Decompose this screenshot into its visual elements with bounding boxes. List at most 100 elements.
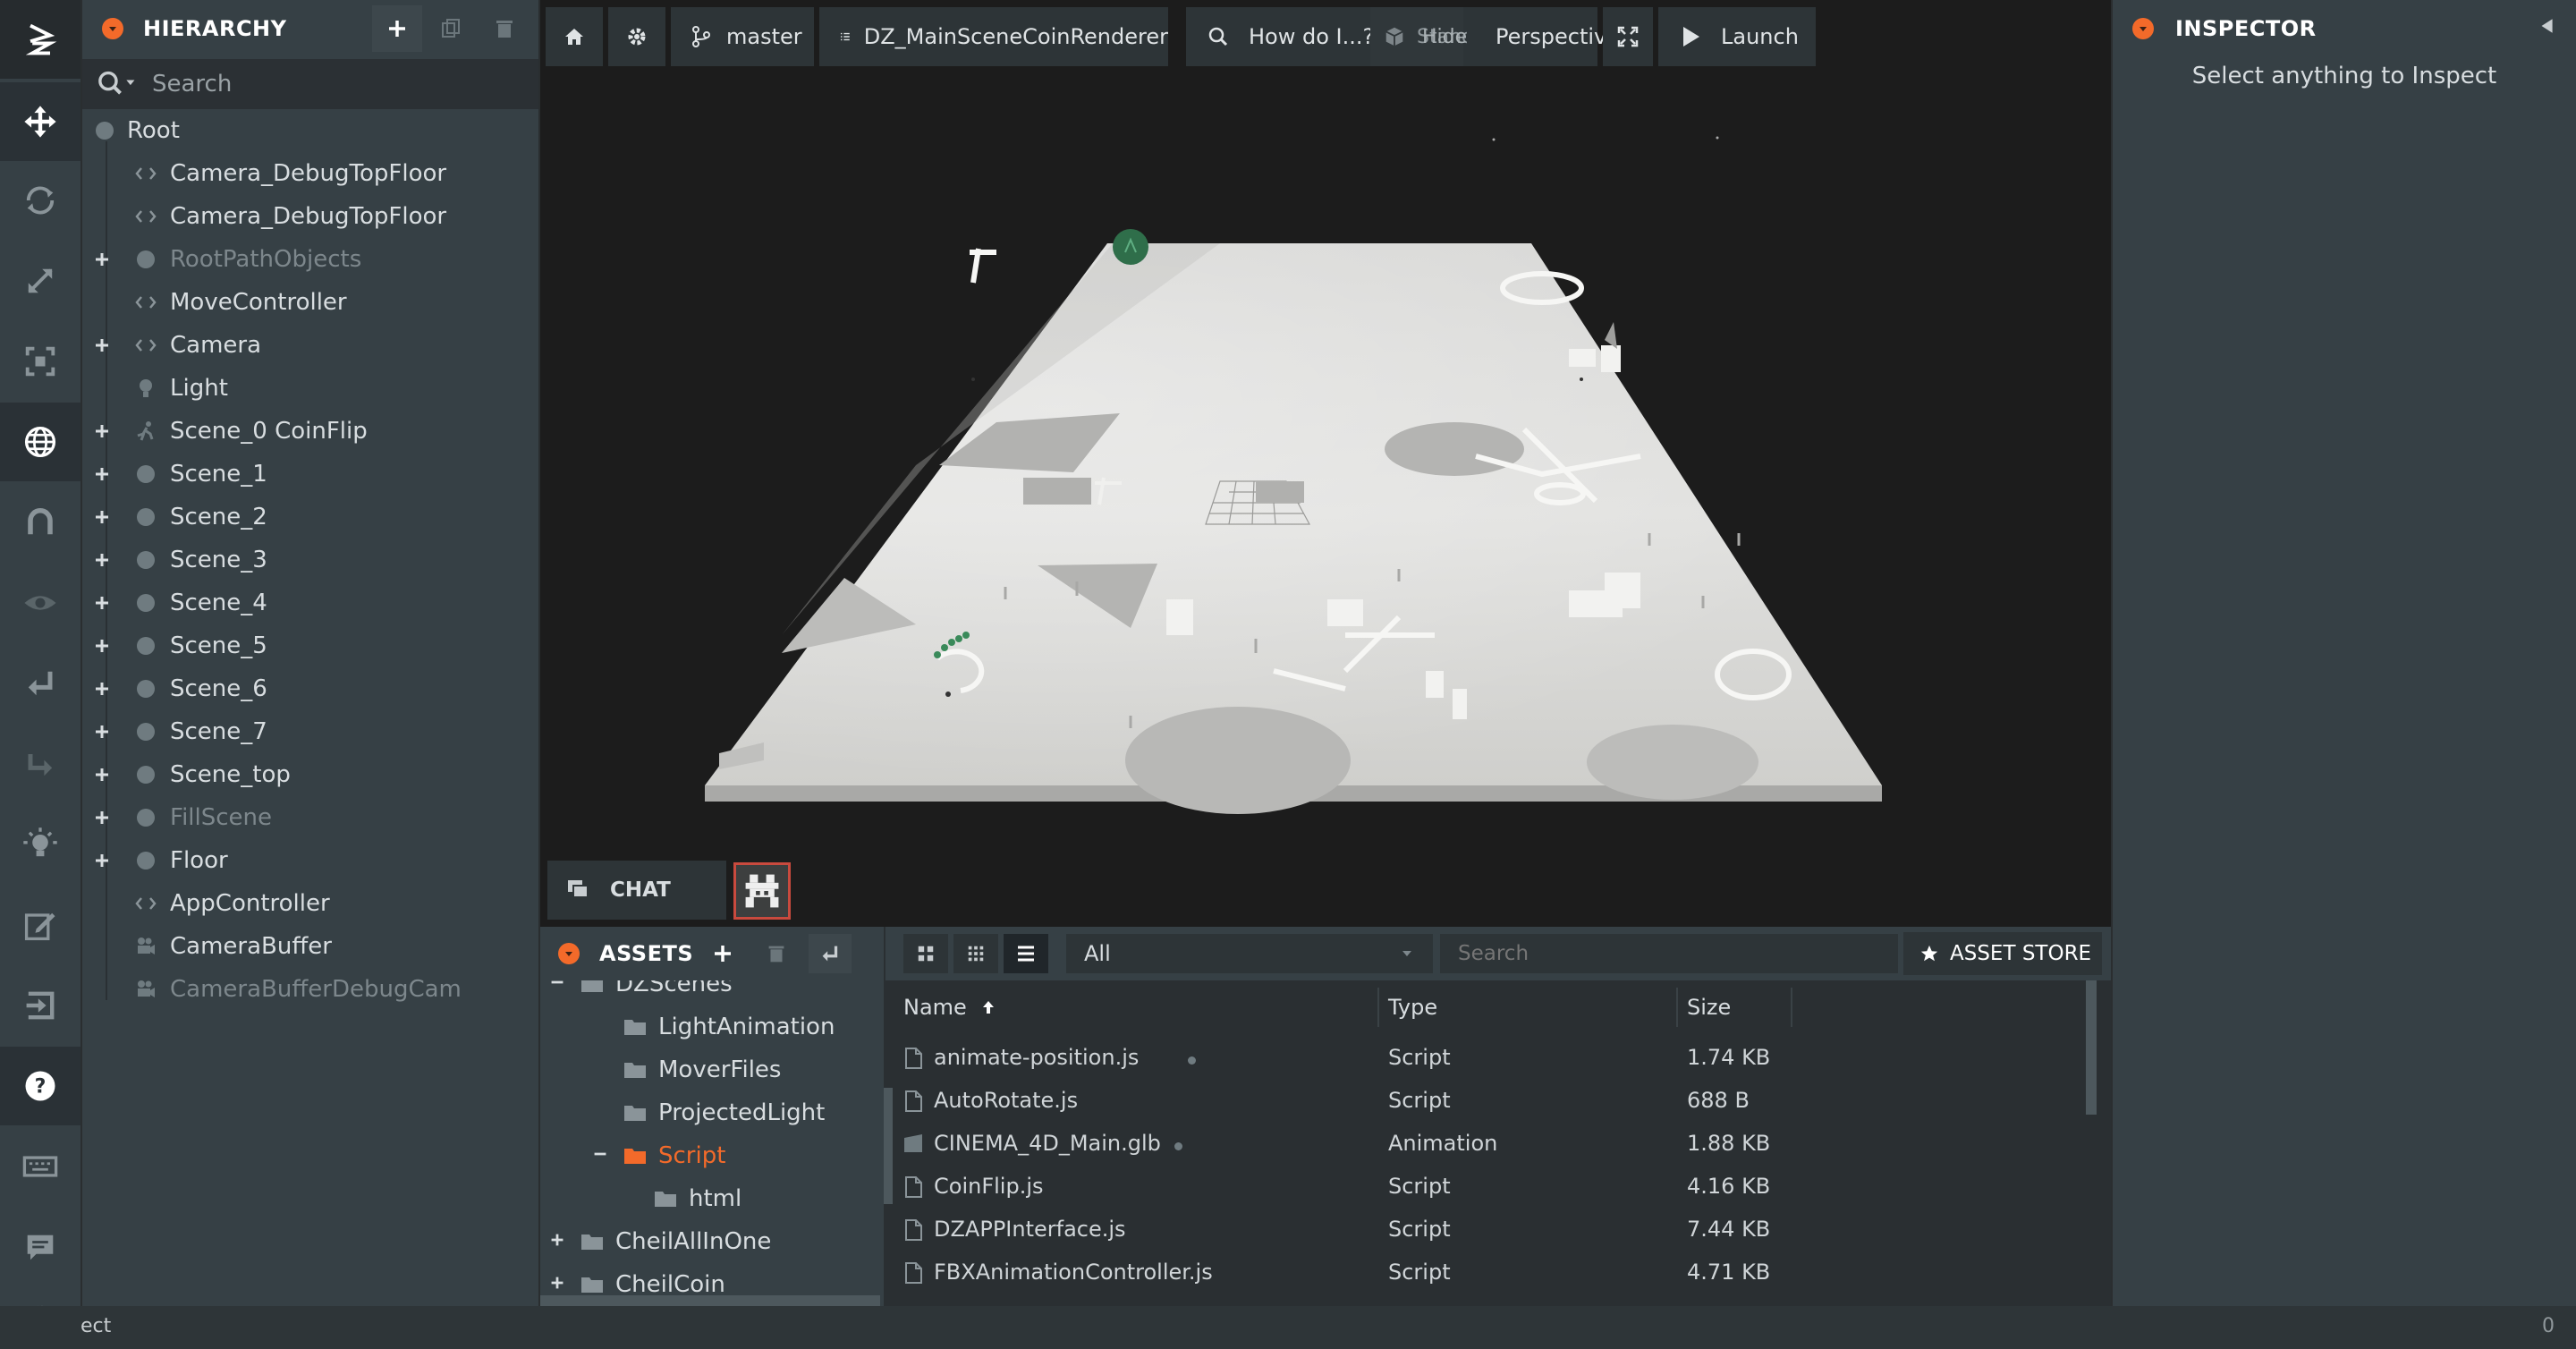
tree-item[interactable]: Camera_DebugTopFloor <box>82 195 538 238</box>
fullscreen-button[interactable] <box>1603 7 1653 66</box>
tree-item[interactable]: Scene_top <box>82 753 538 796</box>
folder-item[interactable]: html <box>621 1177 741 1220</box>
collapse-icon[interactable] <box>590 1144 612 1167</box>
collapse-panel-icon[interactable] <box>2132 18 2154 39</box>
light-bulb-icon[interactable] <box>0 805 80 884</box>
expand-icon[interactable] <box>91 506 113 528</box>
column-size[interactable]: Size <box>1678 988 1792 1027</box>
tree-item[interactable]: Scene_7 <box>82 710 538 753</box>
asset-search[interactable] <box>1440 934 1898 973</box>
expand-icon[interactable] <box>91 592 113 614</box>
chat-tab[interactable]: CHAT <box>547 861 726 920</box>
folder-item[interactable]: CheilAllInOne <box>547 1220 771 1263</box>
scene-render[interactable] <box>540 81 2111 832</box>
expand-icon[interactable] <box>547 1230 569 1253</box>
expand-icon[interactable] <box>91 721 113 742</box>
asset-row[interactable]: CoinFlip.js Script 4.16 KB <box>894 1167 2075 1209</box>
hide-label[interactable]: Hide <box>1422 26 1467 48</box>
asset-back-button[interactable] <box>809 934 852 973</box>
publish-icon[interactable] <box>0 966 80 1045</box>
snap-magnet-icon[interactable] <box>0 483 80 562</box>
asset-search-input[interactable] <box>1458 942 1869 965</box>
tree-item[interactable]: Scene_4 <box>82 581 538 624</box>
folder-tree-scrollbar[interactable] <box>884 1088 893 1204</box>
tree-item-root[interactable]: Root <box>82 109 538 152</box>
hierarchy-search-input[interactable] <box>152 71 492 98</box>
expand-icon[interactable] <box>91 549 113 571</box>
add-asset-button[interactable] <box>701 934 744 973</box>
help-icon[interactable]: ? <box>0 1047 80 1125</box>
tree-item[interactable]: Scene_5 <box>82 624 538 667</box>
folder-tree-hscrollbar[interactable] <box>540 1295 880 1306</box>
tree-item[interactable]: CameraBufferDebugCam <box>82 968 538 1011</box>
expand-icon[interactable] <box>547 1273 569 1296</box>
delete-entity-button[interactable] <box>479 5 530 52</box>
asset-row[interactable]: animate-position.js Script 1.74 KB <box>894 1038 2075 1081</box>
folder-item[interactable]: Script <box>590 1134 725 1177</box>
tree-item[interactable]: Floor <box>82 839 538 882</box>
asset-type-filter[interactable]: All <box>1066 934 1433 973</box>
expand-icon[interactable] <box>91 635 113 657</box>
collapse-inspector-icon[interactable] <box>2537 16 2556 39</box>
move-icon[interactable] <box>0 82 80 161</box>
tree-item[interactable]: Scene_1 <box>82 453 538 496</box>
folder-item[interactable]: LightAnimation <box>590 1005 835 1048</box>
collapse-icon[interactable] <box>547 980 569 996</box>
expand-icon[interactable] <box>91 335 113 356</box>
tree-item[interactable]: Scene_3 <box>82 539 538 581</box>
launch-button[interactable]: Launch <box>1658 7 1816 66</box>
world-origin-gizmo[interactable] <box>1113 229 1148 265</box>
tree-item[interactable]: Scene_0 CoinFlip <box>82 410 538 453</box>
asset-row[interactable]: AutoRotate.js Script 688 B <box>894 1081 2075 1124</box>
view-small-grid-button[interactable] <box>953 934 998 973</box>
camera-button[interactable]: Perspective <box>1467 7 1620 66</box>
keyboard-icon[interactable] <box>0 1127 80 1206</box>
folder-item[interactable]: ProjectedLight <box>590 1091 825 1134</box>
delete-asset-button[interactable] <box>755 934 798 973</box>
expand-icon[interactable] <box>91 764 113 785</box>
tree-item[interactable]: Light <box>82 367 538 410</box>
home-button[interactable] <box>546 7 603 66</box>
tree-item[interactable]: Camera <box>82 324 538 367</box>
expand-icon[interactable] <box>91 807 113 828</box>
user-avatar-badge[interactable] <box>733 862 791 920</box>
undo-icon[interactable] <box>0 644 80 723</box>
edit-icon[interactable] <box>0 886 80 964</box>
redo-icon[interactable] <box>0 725 80 803</box>
file-list-scrollbar[interactable] <box>2086 980 2097 1115</box>
asset-row[interactable]: DZAPPInterface.js Script 7.44 KB <box>894 1209 2075 1252</box>
expand-icon[interactable] <box>91 249 113 270</box>
tree-item[interactable]: FillScene <box>82 796 538 839</box>
asset-store-button[interactable]: ASSET STORE <box>1903 932 2102 975</box>
tree-item[interactable]: CameraBuffer <box>82 925 538 968</box>
duplicate-entity-button[interactable] <box>426 5 476 52</box>
tree-item[interactable]: Camera_DebugTopFloor <box>82 152 538 195</box>
folder-item[interactable]: DZScenes <box>547 980 733 1005</box>
tree-item[interactable]: RootPathObjects <box>82 238 538 281</box>
tree-item[interactable]: AppController <box>82 882 538 925</box>
logo-icon[interactable] <box>0 0 80 79</box>
tree-item[interactable]: Scene_2 <box>82 496 538 539</box>
expand-icon[interactable] <box>91 678 113 700</box>
resize-icon[interactable] <box>0 322 80 401</box>
asset-row[interactable]: CINEMA_4D_Main.glb Animation 1.88 KB <box>894 1124 2075 1167</box>
tree-item[interactable]: Scene_6 <box>82 667 538 710</box>
tree-item[interactable]: MoveController <box>82 281 538 324</box>
column-name[interactable]: Name <box>894 988 1379 1027</box>
scale-icon[interactable] <box>0 242 80 320</box>
expand-icon[interactable] <box>91 850 113 871</box>
settings-button[interactable] <box>608 7 665 66</box>
view-list-button[interactable] <box>1004 934 1048 973</box>
render-mode-button[interactable]: Standard Hide <box>1370 7 1506 66</box>
collapse-panel-icon[interactable] <box>558 943 580 964</box>
add-entity-button[interactable] <box>372 5 422 52</box>
collapse-panel-icon[interactable] <box>102 18 123 39</box>
scene-list-button[interactable]: DZ_MainSceneCoinRenderer <box>819 7 1168 66</box>
view-large-grid-button[interactable] <box>903 934 948 973</box>
feedback-icon[interactable] <box>0 1208 80 1286</box>
asset-row[interactable]: FBXAnimationController.js Script 4.71 KB <box>894 1252 2075 1295</box>
rotate-icon[interactable] <box>0 161 80 240</box>
expand-icon[interactable] <box>91 420 113 442</box>
world-icon[interactable] <box>0 403 80 481</box>
expand-icon[interactable] <box>91 463 113 485</box>
